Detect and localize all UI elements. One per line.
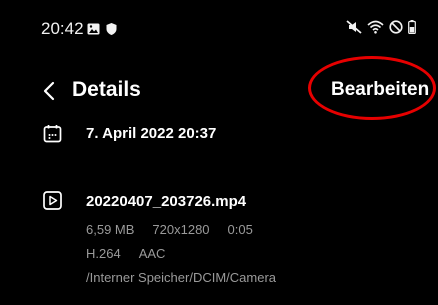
battery-icon (408, 20, 416, 39)
chevron-left-icon (43, 81, 55, 101)
file-duration: 0:05 (227, 222, 253, 237)
file-path: /Interner Speicher/DCIM/Camera (86, 270, 277, 285)
status-right-icons (346, 20, 416, 39)
file-row: 20220407_203726.mp4 6,59 MB 720x1280 0:0… (0, 188, 438, 298)
audio-codec: AAC (138, 246, 166, 261)
calendar-icon (43, 124, 62, 143)
wifi-icon (367, 20, 384, 39)
file-codecs: H.264 AAC (86, 246, 165, 261)
date-text: 7. April 2022 20:37 (86, 125, 217, 142)
page-title: Details (72, 78, 141, 101)
status-left-icons (87, 22, 117, 40)
video-codec: H.264 (86, 246, 121, 261)
back-button[interactable] (38, 78, 60, 104)
status-time: 20:42 (41, 19, 84, 38)
do-not-disturb-icon (389, 20, 403, 39)
status-bar: 20:42 (0, 0, 438, 54)
gallery-icon (87, 22, 100, 40)
file-name: 20220407_203726.mp4 (86, 193, 247, 210)
file-specs: 6,59 MB 720x1280 0:05 (86, 222, 253, 237)
file-resolution: 720x1280 (152, 222, 210, 237)
file-size: 6,59 MB (86, 222, 135, 237)
date-row: 7. April 2022 20:37 (0, 118, 438, 148)
mute-icon (346, 20, 362, 39)
video-icon (43, 191, 62, 210)
app-bar: Details Bearbeiten (0, 70, 438, 114)
shield-icon (106, 22, 117, 40)
edit-button[interactable]: Bearbeiten (331, 79, 429, 101)
